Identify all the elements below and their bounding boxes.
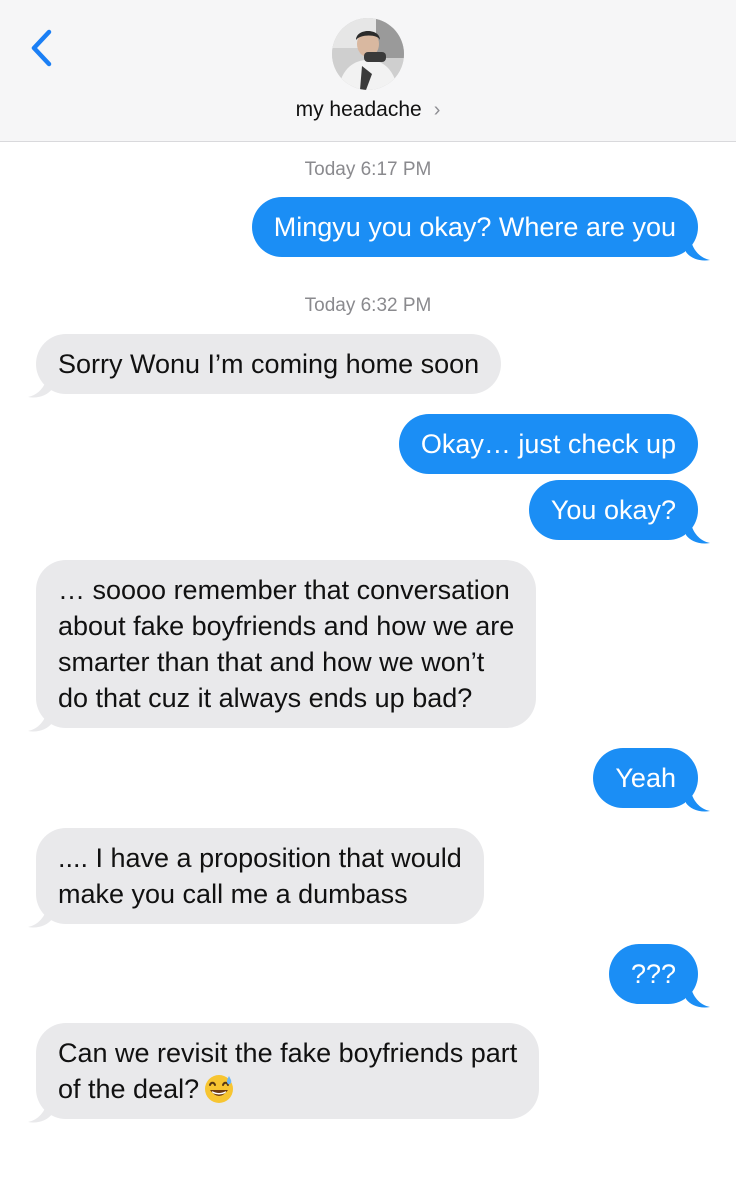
message-text: Can we revisit the fake boyfriends part [58, 1038, 518, 1068]
message-text: about fake boyfriends and how we are [58, 611, 515, 641]
avatar[interactable] [332, 18, 404, 90]
timestamp: Today 6:32 PM [304, 295, 432, 316]
sent-message-bubble[interactable]: ??? [608, 944, 698, 1004]
message-text: .... I have a proposition that would [58, 843, 462, 873]
message-text: do that cuz it always ends up bad? [58, 683, 473, 713]
contact-photo [332, 18, 404, 90]
bubble-tail [28, 707, 52, 732]
bubble-tail [28, 903, 52, 928]
message-text: Sorry Wonu I’m coming home soon [58, 349, 480, 379]
message-text: of the deal? [58, 1074, 200, 1104]
chevron-left-icon [31, 29, 52, 67]
bubble-tail [28, 373, 52, 398]
message-text: ??? [630, 959, 676, 989]
sent-message-bubble[interactable]: Okay… just check up [398, 414, 698, 474]
received-message-bubble[interactable]: … soooo remember that conversation about… [36, 560, 537, 728]
received-message-bubble[interactable]: Can we revisit the fake boyfriends part … [36, 1023, 540, 1119]
received-message-bubble[interactable]: Sorry Wonu I’m coming home soon [36, 334, 502, 394]
chevron-right-icon: › [433, 99, 441, 121]
message-text: Mingyu you okay? Where are you [273, 212, 676, 242]
bubble-tail [686, 787, 710, 812]
message-text: Yeah [615, 763, 676, 793]
message-text: You okay? [550, 495, 676, 525]
bubble-tail [28, 1098, 52, 1123]
back-button[interactable] [22, 22, 62, 74]
sent-message-bubble[interactable]: Mingyu you okay? Where are you [251, 197, 698, 257]
conversation-header: my headache › [0, 0, 736, 142]
sent-message-bubble[interactable]: You okay? [528, 480, 698, 540]
bubble-tail [686, 236, 710, 261]
message-text: make you call me a dumbass [58, 879, 408, 909]
received-message-bubble[interactable]: .... I have a proposition that would mak… [36, 828, 484, 924]
contact-name: my headache [295, 98, 422, 121]
timestamp: Today 6:17 PM [304, 159, 432, 180]
message-text: smarter than that and how we won’t [58, 647, 485, 677]
bubble-tail [686, 519, 710, 544]
contact-name-button[interactable]: my headache › [0, 98, 736, 122]
bubble-tail [686, 983, 710, 1008]
grinning-sweat-emoji [205, 1075, 234, 1103]
message-text: … soooo remember that conversation [58, 575, 510, 605]
sent-message-bubble[interactable]: Yeah [593, 748, 698, 808]
message-text: Okay… just check up [420, 429, 676, 459]
